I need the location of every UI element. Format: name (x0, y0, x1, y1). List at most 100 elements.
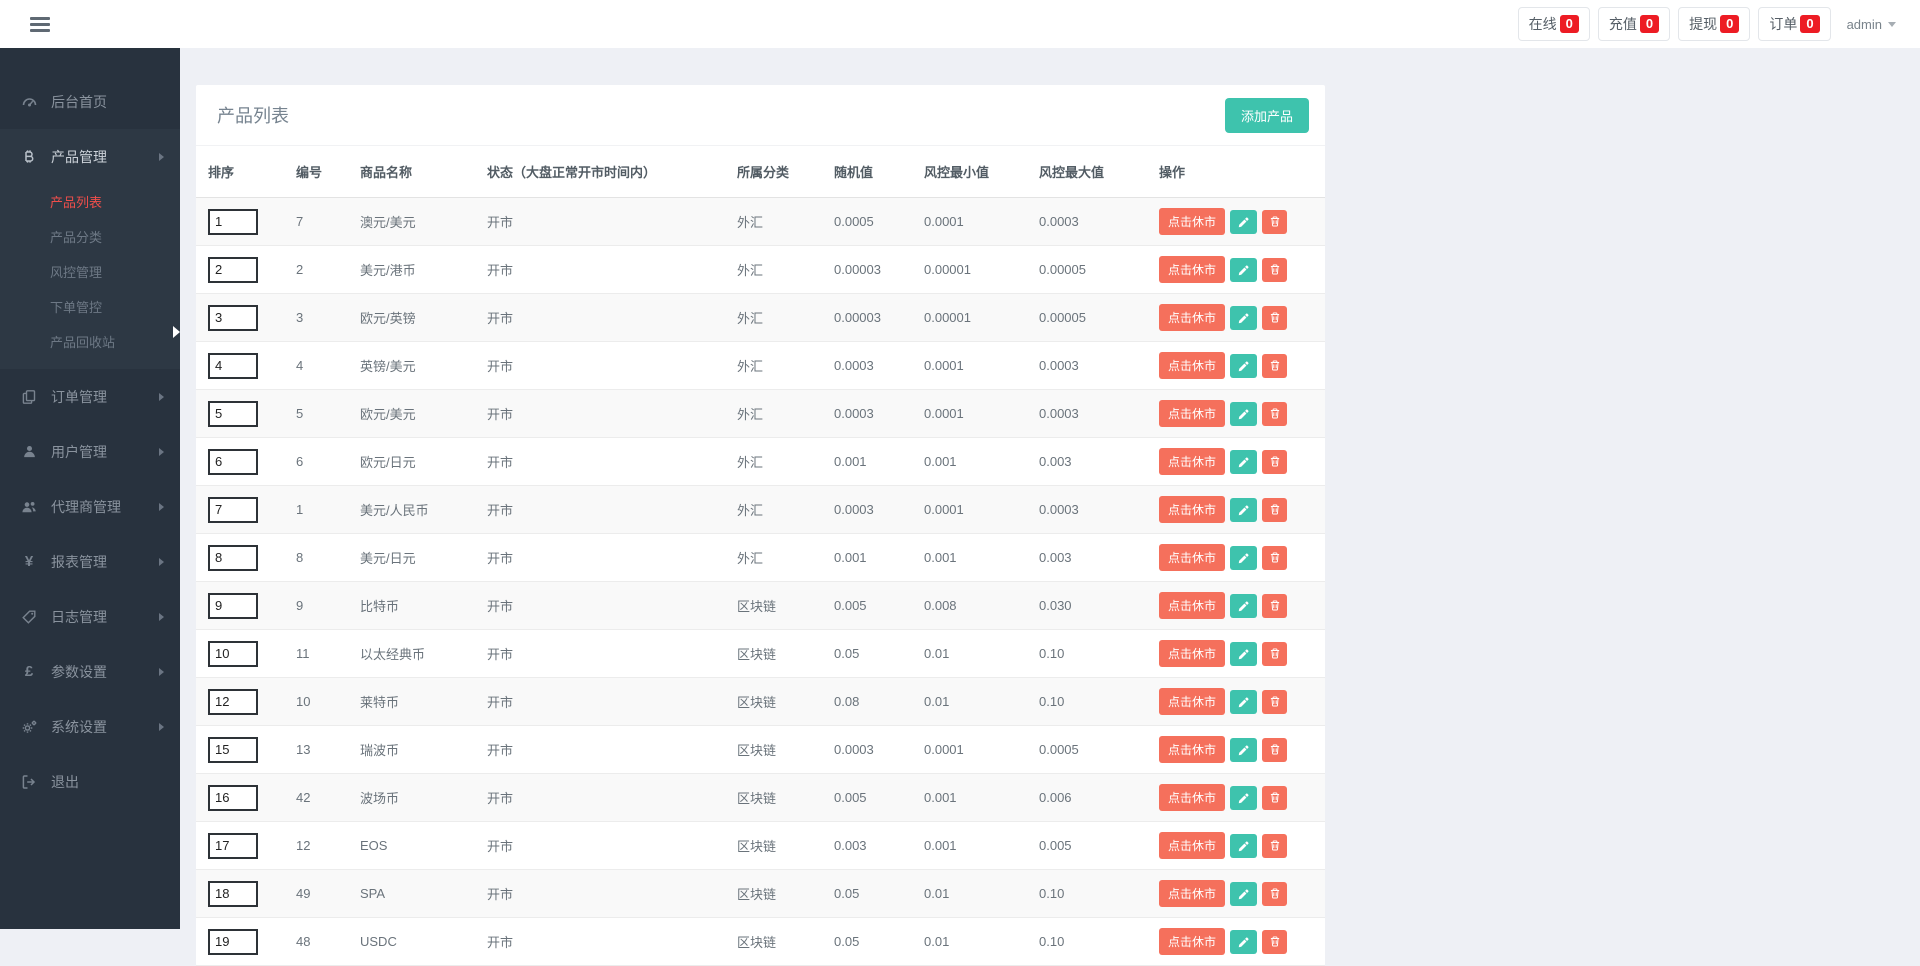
close-market-button[interactable]: 点击休市 (1159, 448, 1225, 475)
hamburger-menu-icon[interactable] (28, 13, 52, 36)
edit-button[interactable] (1230, 930, 1257, 954)
sidebar-item-agents[interactable]: 代理商管理 (0, 479, 180, 534)
sort-input[interactable] (208, 737, 258, 763)
add-product-button[interactable]: 添加产品 (1225, 98, 1309, 133)
stat-button[interactable]: 充值 0 (1598, 7, 1670, 41)
sidebar-subitem-product-recycle[interactable]: 产品回收站 (0, 324, 180, 359)
sidebar-item-label: 后台首页 (51, 92, 107, 112)
stat-button[interactable]: 在线 0 (1518, 7, 1590, 41)
sidebar-item-orders[interactable]: 订单管理 (0, 369, 180, 424)
close-market-button[interactable]: 点击休市 (1159, 736, 1225, 763)
close-market-button[interactable]: 点击休市 (1159, 304, 1225, 331)
edit-button[interactable] (1230, 882, 1257, 906)
cell-name: 欧元/英镑 (352, 294, 479, 342)
edit-button[interactable] (1230, 354, 1257, 378)
delete-button[interactable] (1262, 834, 1287, 858)
sort-input[interactable] (208, 209, 258, 235)
edit-button[interactable] (1230, 258, 1257, 282)
admin-dropdown[interactable]: admin (1839, 17, 1904, 32)
sidebar-item-label: 退出 (51, 772, 79, 792)
sort-input[interactable] (208, 929, 258, 955)
edit-button[interactable] (1230, 690, 1257, 714)
edit-button[interactable] (1230, 834, 1257, 858)
delete-button[interactable] (1262, 594, 1287, 618)
sort-input[interactable] (208, 641, 258, 667)
sidebar-subitem-product-list[interactable]: 产品列表 (0, 184, 180, 219)
sidebar-item-logs[interactable]: 日志管理 (0, 589, 180, 644)
sort-input[interactable] (208, 353, 258, 379)
close-market-button[interactable]: 点击休市 (1159, 832, 1225, 859)
edit-button[interactable] (1230, 210, 1257, 234)
delete-button[interactable] (1262, 930, 1287, 954)
sidebar-item-system-settings[interactable]: 系统设置 (0, 699, 180, 754)
close-market-button[interactable]: 点击休市 (1159, 208, 1225, 235)
close-market-button[interactable]: 点击休市 (1159, 784, 1225, 811)
close-market-button[interactable]: 点击休市 (1159, 496, 1225, 523)
sort-input[interactable] (208, 305, 258, 331)
edit-button[interactable] (1230, 306, 1257, 330)
sidebar-subitem-order-control[interactable]: 下单管控 (0, 289, 180, 324)
delete-button[interactable] (1262, 306, 1287, 330)
sort-input[interactable] (208, 689, 258, 715)
sort-input[interactable] (208, 497, 258, 523)
edit-button[interactable] (1230, 498, 1257, 522)
sort-input[interactable] (208, 785, 258, 811)
delete-button[interactable] (1262, 450, 1287, 474)
sort-input[interactable] (208, 545, 258, 571)
cell-id: 1 (288, 486, 352, 534)
close-market-button[interactable]: 点击休市 (1159, 400, 1225, 427)
sidebar-subitem-risk-management[interactable]: 风控管理 (0, 254, 180, 289)
cell-status: 开市 (479, 678, 729, 726)
sidebar-item-reports[interactable]: ¥ 报表管理 (0, 534, 180, 589)
sidebar-subitem-product-category[interactable]: 产品分类 (0, 219, 180, 254)
delete-button[interactable] (1262, 882, 1287, 906)
edit-button[interactable] (1230, 786, 1257, 810)
stat-button[interactable]: 提现 0 (1678, 7, 1750, 41)
cell-name: 莱特币 (352, 678, 479, 726)
sort-input[interactable] (208, 881, 258, 907)
delete-button[interactable] (1262, 258, 1287, 282)
delete-button[interactable] (1262, 786, 1287, 810)
edit-button[interactable] (1230, 642, 1257, 666)
edit-button[interactable] (1230, 546, 1257, 570)
sort-input[interactable] (208, 401, 258, 427)
sort-input[interactable] (208, 593, 258, 619)
edit-button[interactable] (1230, 402, 1257, 426)
sidebar-item-products[interactable]: 产品管理 (0, 129, 180, 184)
close-market-button[interactable]: 点击休市 (1159, 256, 1225, 283)
sidebar-item-users[interactable]: 用户管理 (0, 424, 180, 479)
chevron-right-icon (159, 448, 164, 456)
cell-risk-min: 0.01 (916, 630, 1031, 678)
cell-actions: 点击休市 (1151, 390, 1325, 438)
delete-button[interactable] (1262, 642, 1287, 666)
stat-button[interactable]: 订单 0 (1758, 7, 1830, 41)
close-market-button[interactable]: 点击休市 (1159, 928, 1225, 955)
delete-button[interactable] (1262, 738, 1287, 762)
edit-button[interactable] (1230, 594, 1257, 618)
table-row: 3 欧元/英镑 开市 外汇 0.00003 0.00001 0.00005 点击… (196, 294, 1325, 342)
edit-button[interactable] (1230, 738, 1257, 762)
delete-button[interactable] (1262, 690, 1287, 714)
close-market-button[interactable]: 点击休市 (1159, 688, 1225, 715)
delete-button[interactable] (1262, 402, 1287, 426)
close-market-button[interactable]: 点击休市 (1159, 544, 1225, 571)
delete-button[interactable] (1262, 498, 1287, 522)
delete-button[interactable] (1262, 546, 1287, 570)
sidebar-item-parameters[interactable]: £ 参数设置 (0, 644, 180, 699)
cell-status: 开市 (479, 630, 729, 678)
close-market-button[interactable]: 点击休市 (1159, 880, 1225, 907)
sidebar-item-logout[interactable]: 退出 (0, 754, 180, 809)
table-row: 1 美元/人民币 开市 外汇 0.0003 0.0001 0.0003 点击休市 (196, 486, 1325, 534)
sort-input[interactable] (208, 833, 258, 859)
cell-category: 区块链 (729, 582, 826, 630)
close-market-button[interactable]: 点击休市 (1159, 640, 1225, 667)
close-market-button[interactable]: 点击休市 (1159, 592, 1225, 619)
delete-button[interactable] (1262, 210, 1287, 234)
close-market-button[interactable]: 点击休市 (1159, 352, 1225, 379)
delete-button[interactable] (1262, 354, 1287, 378)
sort-input[interactable] (208, 257, 258, 283)
sort-input[interactable] (208, 449, 258, 475)
edit-button[interactable] (1230, 450, 1257, 474)
sidebar-item-dashboard[interactable]: 后台首页 (0, 74, 180, 129)
cell-random-value: 0.003 (826, 822, 916, 870)
